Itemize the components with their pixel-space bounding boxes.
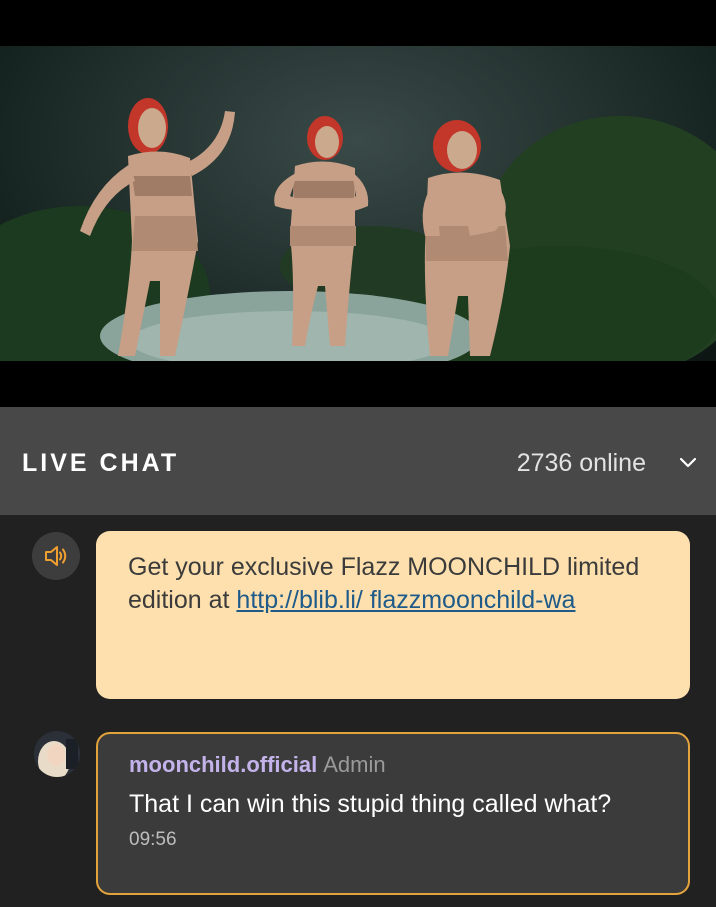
chat-messages[interactable]: Get your exclusive Flazz MOONCHILD limit… <box>0 515 716 907</box>
avatar[interactable] <box>34 731 80 777</box>
announcement-link[interactable]: http://blib.li/ flazzmoonchild-wa <box>236 586 575 614</box>
speaker-icon <box>32 532 80 580</box>
message-text: That I can win this stupid thing called … <box>129 790 612 818</box>
announcement-bubble: Get your exclusive Flazz MOONCHILD limit… <box>96 531 690 699</box>
message-role-badge: Admin <box>323 752 386 777</box>
message-header: moonchild.official Admin <box>129 752 688 778</box>
app-root: LIVE CHAT 2736 online Get your exclusive… <box>0 0 716 907</box>
chevron-down-icon[interactable] <box>672 447 704 479</box>
message-timestamp: 09:56 <box>129 829 177 850</box>
message-username[interactable]: moonchild.official <box>129 752 317 777</box>
video-scene-image <box>0 98 716 361</box>
live-chat-title: LIVE CHAT <box>22 449 180 477</box>
live-chat-header: LIVE CHAT 2736 online <box>0 407 716 515</box>
video-player[interactable] <box>0 0 716 407</box>
chat-message[interactable]: moonchild.official Admin That I can win t… <box>96 732 690 895</box>
online-count: 2736 online <box>516 449 646 477</box>
video-frame[interactable] <box>0 46 716 361</box>
